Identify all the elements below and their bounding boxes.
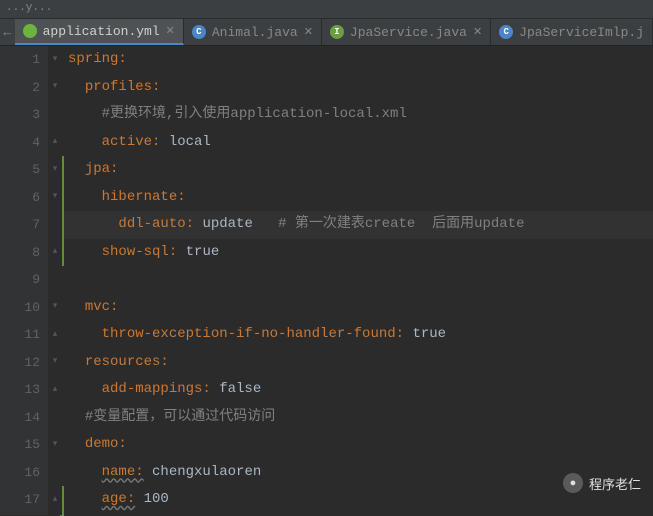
class-icon: C	[192, 25, 206, 39]
fold-icon[interactable]: ▴	[50, 136, 60, 144]
spring-icon	[23, 24, 37, 38]
wechat-icon: ●	[563, 473, 583, 493]
editor-area[interactable]: 1234567891011121314151617 ▾ ▾ ▴ ▾ ▾ ▴ ▾ …	[0, 46, 653, 515]
fold-icon[interactable]: ▴	[50, 494, 60, 502]
fold-icon[interactable]: ▾	[50, 356, 60, 364]
tab-label: application.yml	[43, 24, 160, 39]
watermark: ● 程序老仁	[563, 473, 641, 493]
class-icon: C	[499, 25, 513, 39]
tab-jpaserviceimpl-java[interactable]: C JpaServiceImlp.j	[491, 19, 653, 45]
fold-gutter: ▾ ▾ ▴ ▾ ▾ ▴ ▾ ▴ ▾ ▴ ▾ ▴	[48, 46, 62, 515]
fold-icon[interactable]: ▴	[50, 384, 60, 392]
fold-icon[interactable]: ▾	[50, 191, 60, 199]
breadcrumb: ...y...	[0, 0, 653, 19]
interface-icon: I	[330, 25, 344, 39]
close-icon[interactable]: ✕	[166, 24, 175, 38]
tab-animal-java[interactable]: C Animal.java ✕	[184, 19, 322, 45]
tab-back-icon[interactable]: ←	[0, 19, 15, 45]
line-number-gutter: 1234567891011121314151617	[0, 46, 48, 515]
code-content[interactable]: spring: profiles: #更换环境,引入使用application-…	[62, 46, 653, 515]
fold-icon[interactable]: ▾	[50, 54, 60, 62]
tab-label: JpaServiceImlp.j	[519, 25, 644, 40]
editor-tabs: ← application.yml ✕ C Animal.java ✕ I Jp…	[0, 19, 653, 46]
fold-icon[interactable]: ▴	[50, 246, 60, 254]
fold-icon[interactable]: ▾	[50, 439, 60, 447]
tab-label: Animal.java	[212, 25, 298, 40]
fold-icon[interactable]: ▾	[50, 164, 60, 172]
fold-icon[interactable]: ▴	[50, 329, 60, 337]
tab-jpaservice-java[interactable]: I JpaService.java ✕	[322, 19, 491, 45]
watermark-label: 程序老仁	[589, 474, 641, 493]
close-icon[interactable]: ✕	[473, 25, 482, 39]
fold-icon[interactable]: ▾	[50, 301, 60, 309]
tab-label: JpaService.java	[350, 25, 467, 40]
close-icon[interactable]: ✕	[304, 25, 313, 39]
tab-application-yml[interactable]: application.yml ✕	[15, 19, 184, 45]
fold-icon[interactable]: ▾	[50, 81, 60, 89]
